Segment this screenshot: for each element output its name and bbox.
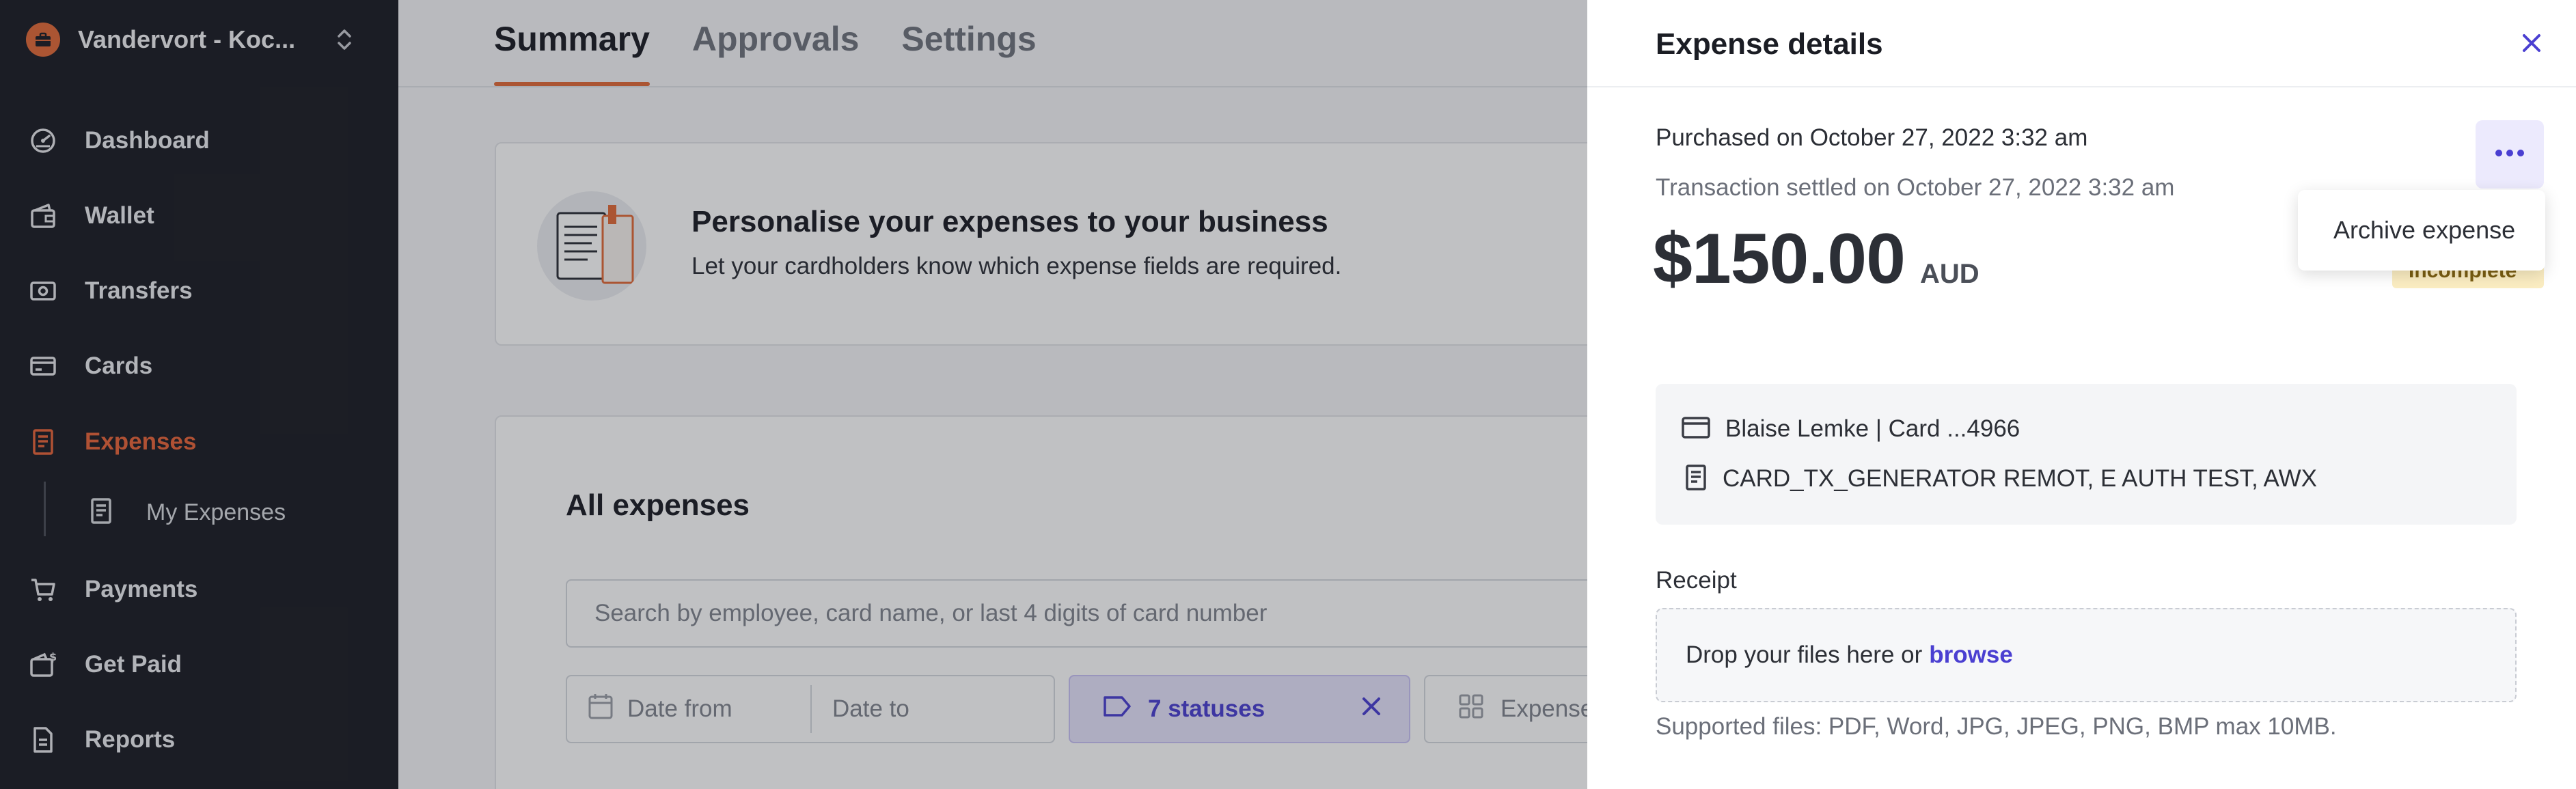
drawer-divider <box>1587 86 2576 87</box>
more-options-button[interactable] <box>2476 120 2544 189</box>
expense-details-drawer: Expense details Purchased on October 27,… <box>1587 0 2576 789</box>
receipt-dropzone[interactable]: Drop your files here or browse <box>1656 608 2517 702</box>
archive-expense-menu-item[interactable]: Archive expense <box>2298 190 2545 271</box>
merchant-info: CARD_TX_GENERATOR REMOT, E AUTH TEST, AW… <box>1723 465 2317 492</box>
browse-link[interactable]: browse <box>1929 641 2013 669</box>
more-horizontal-icon <box>2495 148 2525 161</box>
amount-value: $150.00 <box>1653 219 1906 299</box>
merchant-row: CARD_TX_GENERATOR REMOT, E AUTH TEST, AW… <box>1682 462 2317 496</box>
drawer-title: Expense details <box>1656 27 1883 61</box>
card-info: Blaise Lemke | Card ...4966 <box>1725 415 2020 442</box>
settled-date: Transaction settled on October 27, 2022 … <box>1656 174 2175 201</box>
close-icon <box>2521 33 2542 57</box>
receipt-icon <box>1684 464 1708 495</box>
purchased-date: Purchased on October 27, 2022 3:32 am <box>1656 124 2088 151</box>
amount-currency: AUD <box>1919 259 1979 289</box>
dropzone-text: Drop your files here or <box>1686 641 1923 668</box>
expense-amount: $150.00 AUD <box>1653 219 1979 300</box>
card-row: Blaise Lemke | Card ...4966 <box>1682 412 2020 446</box>
close-button[interactable] <box>2515 27 2549 61</box>
supported-files-note: Supported files: PDF, Word, JPG, JPEG, P… <box>1656 713 2337 740</box>
modal-overlay[interactable] <box>0 0 1587 789</box>
receipt-label: Receipt <box>1656 567 1737 594</box>
card-icon <box>1682 416 1710 443</box>
transaction-info-box: Blaise Lemke | Card ...4966 CARD_TX_GENE… <box>1656 384 2517 525</box>
